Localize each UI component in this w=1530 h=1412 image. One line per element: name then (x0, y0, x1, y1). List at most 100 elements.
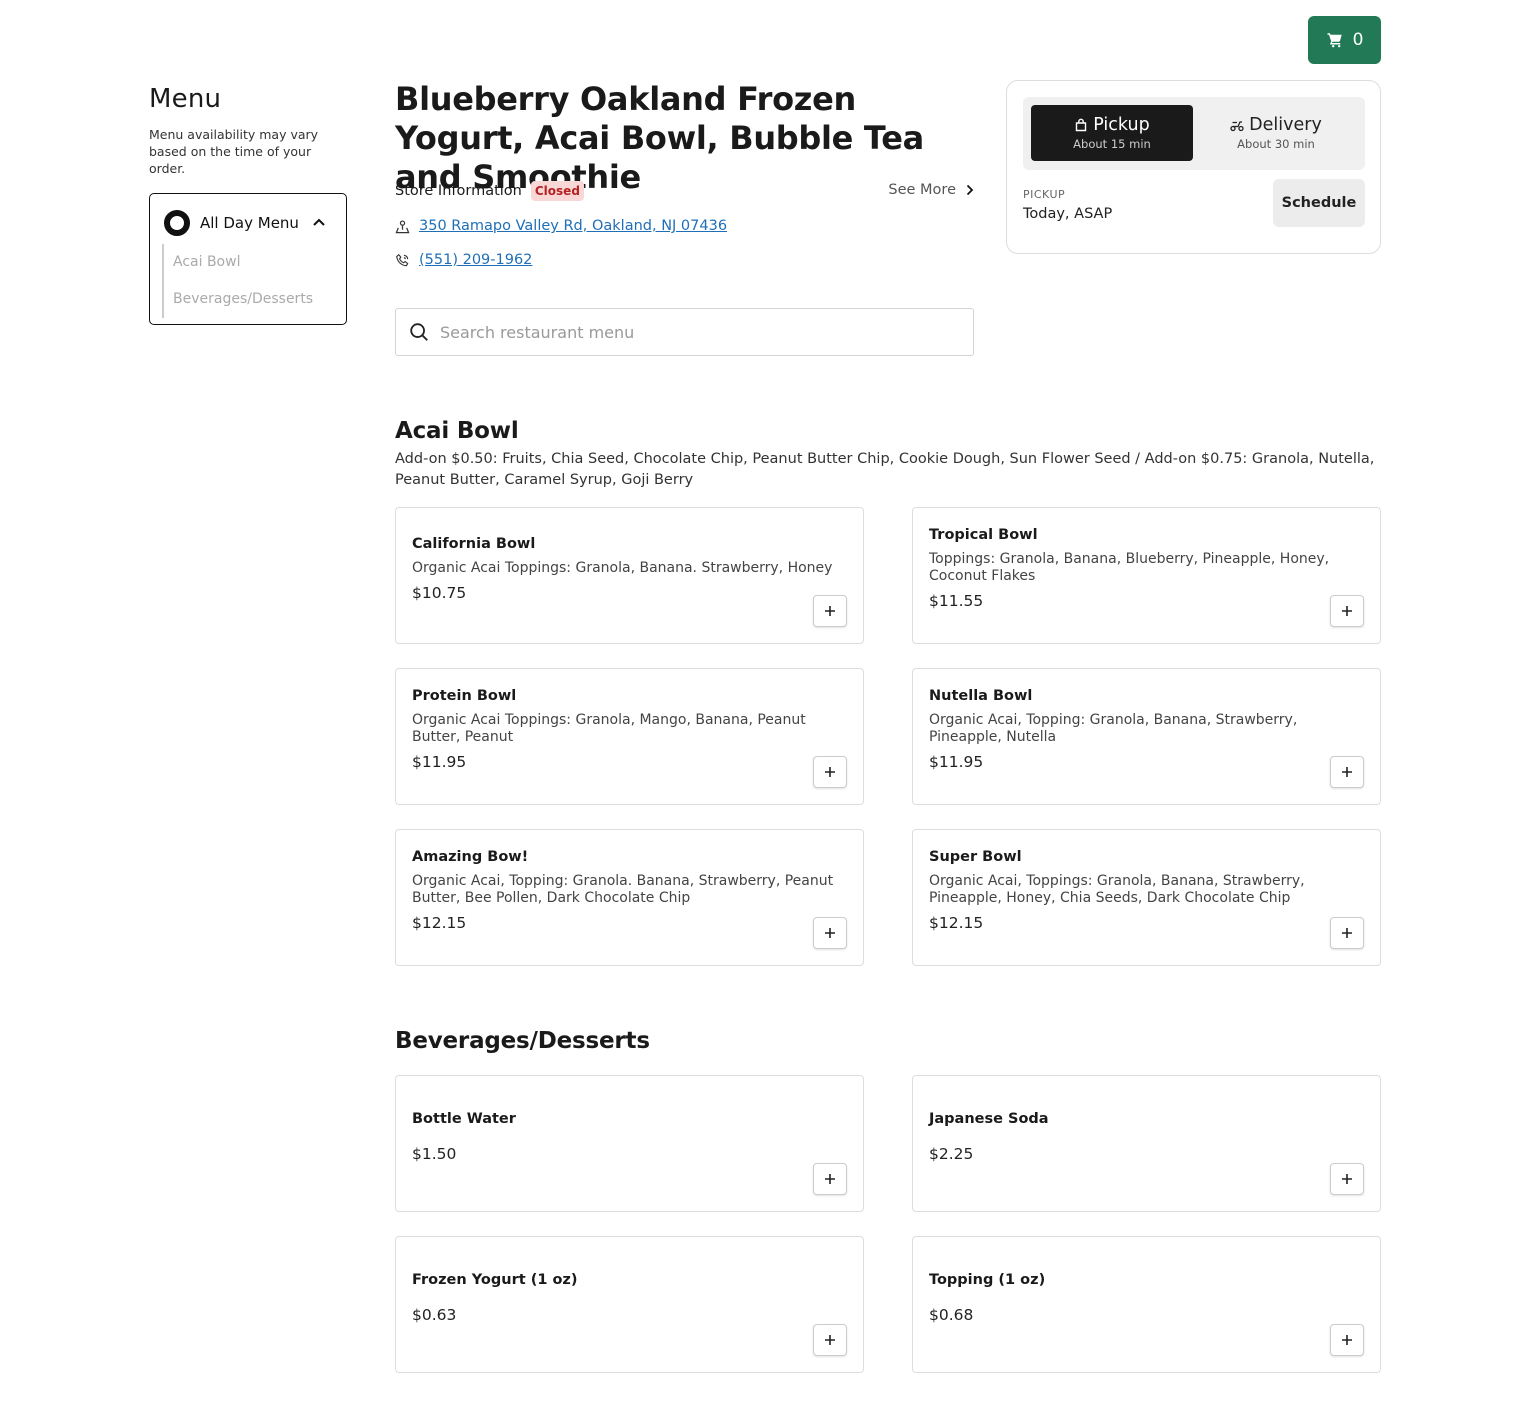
delivery-option[interactable]: Delivery About 30 min (1195, 105, 1357, 161)
store-info-label: Store Information (395, 183, 522, 199)
search-icon (410, 323, 428, 341)
item-name: Frozen Yogurt (1 oz) (412, 1271, 578, 1288)
section-title-beverages-desserts: Beverages/Desserts (395, 1028, 650, 1054)
item-name: Japanese Soda (929, 1110, 1049, 1127)
fulfillment-toggle: Pickup About 15 min Delivery About 30 mi… (1023, 97, 1365, 170)
delivery-label: Delivery (1249, 115, 1322, 135)
menu-sidebar: Menu Menu availability may vary based on… (149, 84, 347, 325)
menu-item-card[interactable]: California Bowl Organic Acai Toppings: G… (395, 507, 864, 644)
item-name: California Bowl (412, 535, 536, 552)
menu-item-card[interactable]: Tropical Bowl Toppings: Granola, Banana,… (912, 507, 1381, 644)
section-title-acai-bowl: Acai Bowl (395, 418, 519, 444)
section-description: Add-on $0.50: Fruits, Chia Seed, Chocola… (395, 451, 1375, 488)
menu-item-card[interactable]: Bottle Water $1.50 (395, 1075, 864, 1212)
item-price: $0.63 (412, 1305, 457, 1324)
plus-icon (1342, 1335, 1352, 1345)
pickup-option[interactable]: Pickup About 15 min (1031, 105, 1193, 161)
sidebar-title: Menu (149, 84, 222, 114)
add-item-button[interactable] (813, 917, 847, 949)
add-item-button[interactable] (813, 1324, 847, 1356)
item-price: $10.75 (412, 583, 467, 602)
scooter-icon (1230, 121, 1244, 132)
menu-item-card[interactable]: Japanese Soda $2.25 (912, 1075, 1381, 1212)
menu-availability-note: Menu availability may vary based on the … (149, 127, 319, 176)
add-item-button[interactable] (1330, 1324, 1364, 1356)
store-info-row: Store Information Closed See More (395, 180, 974, 202)
phone-icon (396, 253, 409, 266)
pickup-label: Pickup (1093, 115, 1150, 135)
menu-search (395, 308, 974, 356)
cart-icon (1327, 33, 1342, 48)
item-price: $11.95 (929, 753, 984, 771)
plus-icon (1342, 767, 1352, 777)
address-link[interactable]: 350 Ramapo Valley Rd, Oakland, NJ 07436 (419, 218, 727, 234)
item-price: $11.55 (929, 592, 984, 610)
bag-icon (1076, 118, 1087, 132)
item-description: Organic Acai, Topping: Granola. Banana, … (412, 873, 834, 906)
item-name: Topping (1 oz) (929, 1271, 1046, 1288)
plus-icon (825, 767, 835, 777)
item-price: $12.15 (412, 914, 467, 932)
item-name: Nutella Bowl (929, 688, 1033, 704)
see-more-label: See More (888, 182, 956, 198)
location-icon (395, 219, 410, 233)
menu-category-list: Acai Bowl Beverages/Desserts (162, 244, 313, 318)
item-name: Tropical Bowl (929, 527, 1038, 543)
phone-link[interactable]: (551) 209-1962 (419, 252, 532, 268)
item-name: Amazing Bow! (412, 849, 529, 865)
item-price: $2.25 (929, 1144, 974, 1163)
see-more-link[interactable]: See More (888, 182, 974, 198)
phone-row: (551) 209-1962 (395, 252, 532, 268)
item-description: Organic Acai Toppings: Granola, Banana. … (412, 559, 833, 576)
item-name: Bottle Water (412, 1110, 516, 1127)
add-item-button[interactable] (1330, 756, 1364, 788)
menu-nav-box: All Day Menu Acai Bowl Beverages/Dessert… (149, 193, 347, 325)
menu-toggle[interactable]: All Day Menu (164, 210, 299, 236)
add-item-button[interactable] (1330, 917, 1364, 949)
item-price: $11.95 (412, 753, 467, 771)
sidebar-item-beverages-desserts[interactable]: Beverages/Desserts (164, 281, 313, 318)
address-row: 350 Ramapo Valley Rd, Oakland, NJ 07436 (395, 218, 727, 234)
item-price: $0.68 (929, 1305, 974, 1324)
fulfillment-mode-label: PICKUP (1023, 188, 1066, 201)
plus-icon (1342, 928, 1352, 938)
item-description: Organic Acai, Toppings: Granola, Banana,… (929, 873, 1305, 906)
menu-radio-icon (164, 210, 190, 236)
pickup-eta: About 15 min (1073, 137, 1151, 151)
plus-icon (825, 1174, 835, 1184)
menu-item-card[interactable]: Topping (1 oz) $0.68 (912, 1236, 1381, 1373)
item-name: Super Bowl (929, 849, 1022, 865)
cart-count: 0 (1352, 30, 1364, 50)
item-description: Toppings: Granola, Banana, Blueberry, Pi… (929, 551, 1330, 584)
pickup-time: Today, ASAP (1023, 206, 1113, 222)
sidebar-item-acai-bowl[interactable]: Acai Bowl (164, 244, 313, 281)
chevron-right-icon (966, 184, 974, 196)
plus-icon (825, 606, 835, 616)
menu-name: All Day Menu (200, 214, 299, 232)
item-description: Organic Acai, Topping: Granola, Banana, … (929, 712, 1298, 745)
status-badge: Closed (530, 181, 584, 201)
chevron-up-icon[interactable] (312, 216, 326, 228)
item-description: Organic Acai Toppings: Granola, Mango, B… (412, 712, 806, 745)
cart-button[interactable]: 0 (1308, 16, 1381, 64)
menu-item-card[interactable]: Nutella Bowl Organic Acai, Topping: Gran… (912, 668, 1381, 805)
item-name: Protein Bowl (412, 688, 517, 704)
add-item-button[interactable] (1330, 595, 1364, 627)
menu-item-card[interactable]: Frozen Yogurt (1 oz) $0.63 (395, 1236, 864, 1373)
add-item-button[interactable] (813, 595, 847, 627)
add-item-button[interactable] (1330, 1163, 1364, 1195)
plus-icon (1342, 606, 1352, 616)
add-item-button[interactable] (813, 1163, 847, 1195)
menu-item-card[interactable]: Amazing Bow! Organic Acai, Topping: Gran… (395, 829, 864, 966)
plus-icon (825, 1335, 835, 1345)
add-item-button[interactable] (813, 756, 847, 788)
schedule-button[interactable]: Schedule (1273, 179, 1365, 227)
item-price: $12.15 (929, 914, 984, 932)
menu-item-card[interactable]: Super Bowl Organic Acai, Toppings: Grano… (912, 829, 1381, 966)
menu-item-card[interactable]: Protein Bowl Organic Acai Toppings: Gran… (395, 668, 864, 805)
delivery-eta: About 30 min (1237, 137, 1315, 151)
item-price: $1.50 (412, 1144, 457, 1163)
search-input[interactable] (440, 322, 940, 342)
plus-icon (1342, 1174, 1352, 1184)
order-panel: Pickup About 15 min Delivery About 30 mi… (1006, 80, 1381, 254)
